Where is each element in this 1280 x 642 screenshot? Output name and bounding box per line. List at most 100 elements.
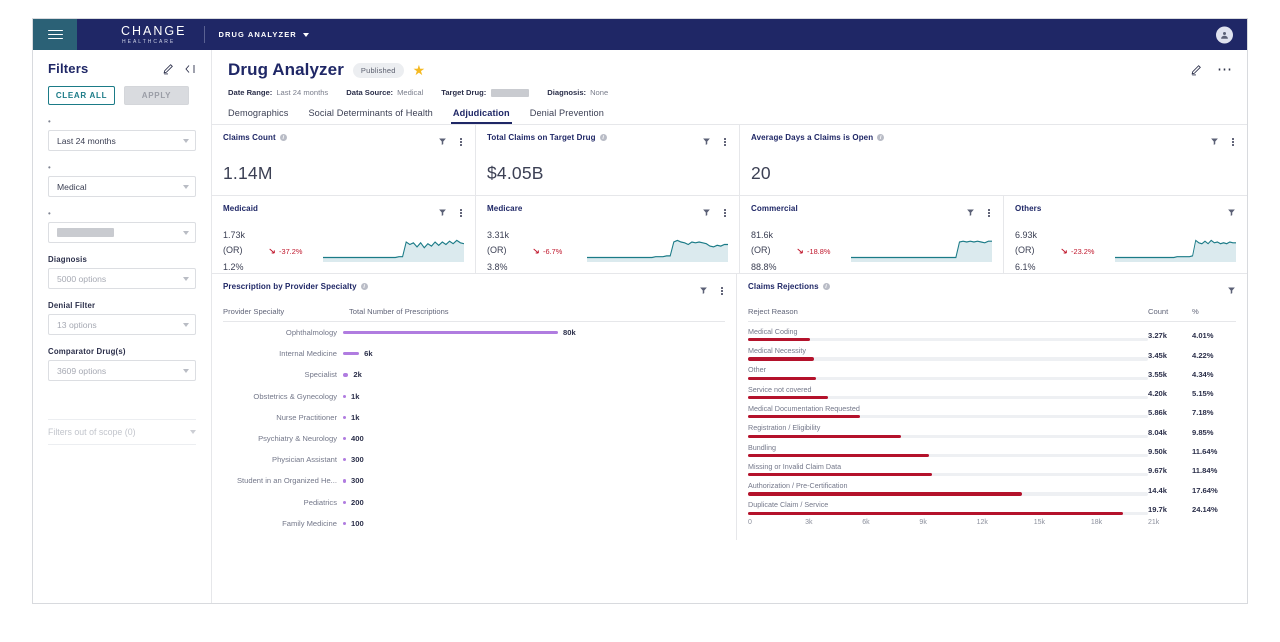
tab-social-determinants-of-health[interactable]: Social Determinants of Health <box>308 108 432 124</box>
chevron-down-icon <box>183 230 189 235</box>
specialty-bar-list: Ophthalmology 80k Internal Medicine 6k Speci… <box>223 322 725 534</box>
vertical-dots-icon[interactable] <box>986 208 992 218</box>
app-switcher[interactable]: DRUG ANALYZER <box>218 30 309 39</box>
payer-title: Others <box>1015 204 1042 213</box>
chevron-down-icon <box>302 32 309 37</box>
payer-percent: 1.2% <box>223 262 244 272</box>
tab-denial-prevention[interactable]: Denial Prevention <box>530 108 604 124</box>
funnel-icon[interactable] <box>699 282 708 300</box>
claims-rejections-panel: Claims Rejections i Reject Reason Count … <box>737 274 1247 540</box>
info-icon[interactable]: i <box>279 134 287 141</box>
trend-down-icon <box>269 248 275 254</box>
rejection-bar-track <box>748 376 1148 380</box>
rejection-bar-track <box>748 511 1148 515</box>
meta-key: Date Range: <box>228 88 273 97</box>
specialty-bar-row: Specialist 2k <box>223 364 725 385</box>
info-icon[interactable]: i <box>599 134 607 141</box>
rejection-bar-track <box>748 338 1148 342</box>
filter-select-data-source[interactable]: Medical <box>48 176 196 197</box>
funnel-icon[interactable] <box>438 204 447 222</box>
payer-card: Medicare 3.31k (OR) 3.8% -6.7% <box>476 196 740 273</box>
rejection-bar-track <box>748 357 1148 361</box>
filter-group-denial-filter: Denial Filter 13 options <box>48 301 196 335</box>
tab-bar: Demographics Social Determinants of Healt… <box>228 108 1233 124</box>
panel-title-text: Prescription by Provider Specialty <box>223 282 357 291</box>
funnel-icon[interactable] <box>966 204 975 222</box>
info-icon[interactable]: i <box>822 283 830 290</box>
avatar[interactable] <box>1216 26 1233 43</box>
funnel-icon[interactable] <box>1227 282 1236 300</box>
rejection-reason-label: Duplicate Claim / Service <box>748 500 829 510</box>
card-title-text: Total Claims on Target Drug <box>487 133 596 142</box>
vertical-dots-icon[interactable] <box>1230 137 1236 147</box>
tab-demographics[interactable]: Demographics <box>228 108 288 124</box>
rejection-count: 4.20k <box>1148 389 1168 399</box>
brand-name: CHANGE <box>121 23 187 38</box>
page-header-actions: ⋯ <box>1190 62 1233 77</box>
payer-sparkline <box>851 236 992 266</box>
star-icon[interactable]: ★ <box>413 63 426 77</box>
payer-delta: -37.2% <box>269 247 321 256</box>
payer-card: Medicaid 1.73k (OR) 1.2% -37.2% <box>212 196 476 273</box>
info-icon[interactable]: i <box>360 283 368 290</box>
filter-select-date-range[interactable]: Last 24 months <box>48 130 196 151</box>
pencil-icon[interactable] <box>1190 63 1203 76</box>
meta-key: Target Drug: <box>441 88 487 97</box>
hamburger-menu-button[interactable] <box>33 19 77 50</box>
filter-select-denial-filter[interactable]: 13 options <box>48 314 196 335</box>
card-title-text: Average Days a Claims is Open <box>751 133 874 142</box>
info-icon[interactable]: i <box>877 134 885 141</box>
rejection-percent: 24.14% <box>1192 504 1218 514</box>
panel-title: Claims Rejections i <box>748 282 830 291</box>
column-header-reject-reason: Reject Reason <box>748 307 798 316</box>
panel-header: Prescription by Provider Specialty i <box>223 282 725 300</box>
rejection-bar-row: Medical Documentation Requested 5.86k 7.18… <box>748 399 1236 419</box>
card-tools <box>438 133 464 151</box>
funnel-icon[interactable] <box>438 133 447 151</box>
clear-all-button[interactable]: CLEAR ALL <box>48 86 115 105</box>
column-header-provider-specialty: Provider Specialty <box>223 307 285 316</box>
vertical-dots-icon[interactable] <box>458 208 464 218</box>
rejection-reason-label: Authorization / Pre-Certification <box>748 481 848 491</box>
rejection-bar-area: Authorization / Pre-Certification <box>748 481 1148 496</box>
panel-header: Claims Rejections i <box>748 282 1236 300</box>
filter-select-comparator-drug-s[interactable]: 3609 options <box>48 360 196 381</box>
specialty-bar-value: 300 <box>351 476 364 486</box>
rejection-percent: 7.18% <box>1192 408 1214 418</box>
vertical-dots-icon[interactable] <box>722 137 728 147</box>
filter-label: • <box>48 163 51 172</box>
specialty-bar-fill <box>343 500 346 504</box>
vertical-dots-icon[interactable] <box>719 286 725 296</box>
payer-title: Medicaid <box>223 204 259 213</box>
filters-out-of-scope-toggle[interactable]: Filters out of scope (0) <box>48 419 196 445</box>
collapse-panel-icon[interactable] <box>184 63 196 75</box>
meta-value: None <box>590 88 609 97</box>
rejection-bar-area: Medical Documentation Requested <box>748 404 1148 419</box>
apply-button[interactable]: APPLY <box>124 86 189 105</box>
hamburger-icon <box>47 27 63 42</box>
redacted-value <box>57 228 114 237</box>
more-horizontal-icon[interactable]: ⋯ <box>1217 62 1233 77</box>
rejection-bar-row: Registration / Eligibility 8.04k 9.85% <box>748 418 1236 438</box>
specialty-bar-fill <box>343 394 346 398</box>
pencil-icon[interactable] <box>162 62 175 75</box>
status-badge: Published <box>352 62 404 78</box>
filters-sidebar: Filters CLEAR ALL APPLY • Last 24 months… <box>33 50 212 603</box>
specialty-bar-row: Obstetrics & Gynecology 1k <box>223 386 725 407</box>
funnel-icon[interactable] <box>1227 204 1236 222</box>
page-header: Drug Analyzer Published ★ ⋯ Date Range: L… <box>212 50 1247 124</box>
filter-select-target-drug[interactable] <box>48 222 196 243</box>
rejection-bar-track <box>748 473 1148 477</box>
vertical-dots-icon[interactable] <box>722 208 728 218</box>
filter-value: 5000 options <box>57 273 107 284</box>
filter-value: 13 options <box>57 319 97 330</box>
tab-adjudication[interactable]: Adjudication <box>450 108 512 124</box>
funnel-icon[interactable] <box>1210 133 1219 151</box>
funnel-icon[interactable] <box>702 133 711 151</box>
funnel-icon[interactable] <box>702 204 711 222</box>
rejection-reason-label: Medical Documentation Requested <box>748 403 860 413</box>
vertical-dots-icon[interactable] <box>458 137 464 147</box>
specialty-bar-value: 80k <box>563 328 576 338</box>
specialty-bar-fill <box>343 521 346 525</box>
filter-select-diagnosis[interactable]: 5000 options <box>48 268 196 289</box>
